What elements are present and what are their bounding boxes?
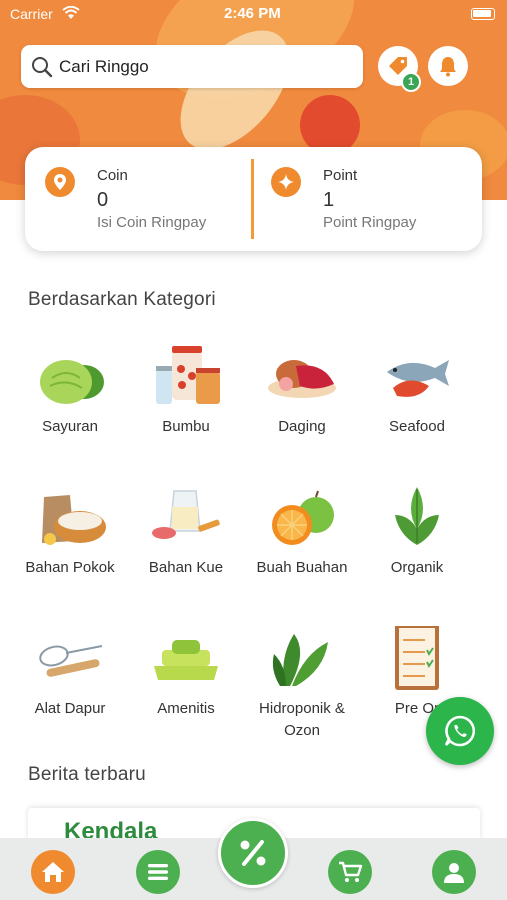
category-label: Seafood [389, 418, 445, 435]
category-buah-buahan[interactable]: Buah Buahan [244, 485, 360, 579]
category-daging[interactable]: Daging [244, 344, 360, 438]
category-label: Organik [390, 559, 444, 576]
promo-button[interactable] [218, 818, 288, 888]
category-bahan-pokok[interactable]: Bahan Pokok [12, 485, 128, 579]
tab-home[interactable] [31, 850, 75, 894]
point-icon [271, 167, 301, 197]
wallet-card: Coin 0 Isi Coin Ringpay Point 1 Point Ri… [25, 147, 482, 251]
tab-cart[interactable] [328, 850, 372, 894]
profile-icon [444, 863, 464, 883]
point-subtitle: Point Ringpay [323, 214, 417, 231]
category-sayuran[interactable]: Sayuran [12, 344, 128, 438]
spice-jars-icon [156, 346, 220, 404]
battery-icon [471, 8, 495, 20]
news-section-title: Berita terbaru [28, 764, 146, 785]
tab-profile[interactable] [432, 850, 476, 894]
category-alat-dapur[interactable]: Alat Dapur [12, 626, 128, 720]
kitchen-tools-icon [39, 645, 103, 677]
staples-icon [42, 495, 106, 545]
category-label: Buah Buahan [256, 559, 348, 576]
meat-icon [268, 360, 336, 398]
bell-icon [440, 57, 456, 77]
status-bar: Carrier 2:46 PM [0, 0, 507, 28]
category-label: Bahan Pokok [25, 559, 115, 576]
fish-shrimp-icon [387, 360, 449, 397]
search-icon [32, 56, 53, 77]
wallet-divider [251, 159, 254, 239]
category-bumbu[interactable]: Bumbu [128, 344, 244, 438]
search-bar[interactable]: Cari Ringgo [21, 45, 363, 88]
category-label: Daging [278, 418, 326, 435]
menu-icon [148, 864, 168, 880]
whatsapp-button[interactable] [426, 697, 494, 765]
category-seafood[interactable]: Seafood [359, 344, 475, 438]
carrier-label: Carrier [10, 6, 53, 22]
status-time: 2:46 PM [224, 5, 281, 22]
coin-title: Coin [97, 167, 128, 184]
category-amenitis[interactable]: Amenitis [128, 626, 244, 720]
leaf-icon [395, 487, 439, 545]
spinach-icon [272, 634, 328, 686]
tab-menu[interactable] [136, 850, 180, 894]
cabbage-icon [40, 360, 104, 404]
point-value: 1 [323, 189, 335, 211]
coin-subtitle: Isi Coin Ringpay [97, 214, 207, 231]
wifi-icon [62, 6, 80, 19]
clipboard-icon [395, 626, 439, 690]
whatsapp-icon [444, 715, 476, 747]
category-label: Alat Dapur [34, 700, 106, 717]
coin-value: 0 [97, 189, 109, 211]
category-organik[interactable]: Organik [359, 485, 475, 579]
point-title: Point [323, 167, 358, 184]
home-icon [42, 862, 64, 882]
search-placeholder: Cari Ringgo [59, 56, 149, 76]
promo-percent-icon [240, 840, 266, 866]
towels-icon [154, 640, 218, 680]
category-label: Amenitis [157, 700, 215, 717]
category-hidroponik[interactable]: Hidroponik & Ozon [244, 626, 360, 742]
baking-icon [152, 490, 220, 539]
fruit-icon [272, 490, 334, 545]
category-label: Sayuran [42, 418, 98, 435]
notification-button[interactable] [428, 46, 468, 86]
category-bahan-kue[interactable]: Bahan Kue [128, 485, 244, 579]
category-label: Hidroponik & Ozon [259, 700, 345, 739]
category-section-title: Berdasarkan Kategori [28, 289, 216, 310]
category-label: Bahan Kue [148, 559, 224, 576]
category-label: Bumbu [162, 418, 210, 435]
coin-icon [45, 167, 75, 197]
voucher-badge: 1 [401, 72, 421, 92]
cart-icon [339, 861, 363, 882]
